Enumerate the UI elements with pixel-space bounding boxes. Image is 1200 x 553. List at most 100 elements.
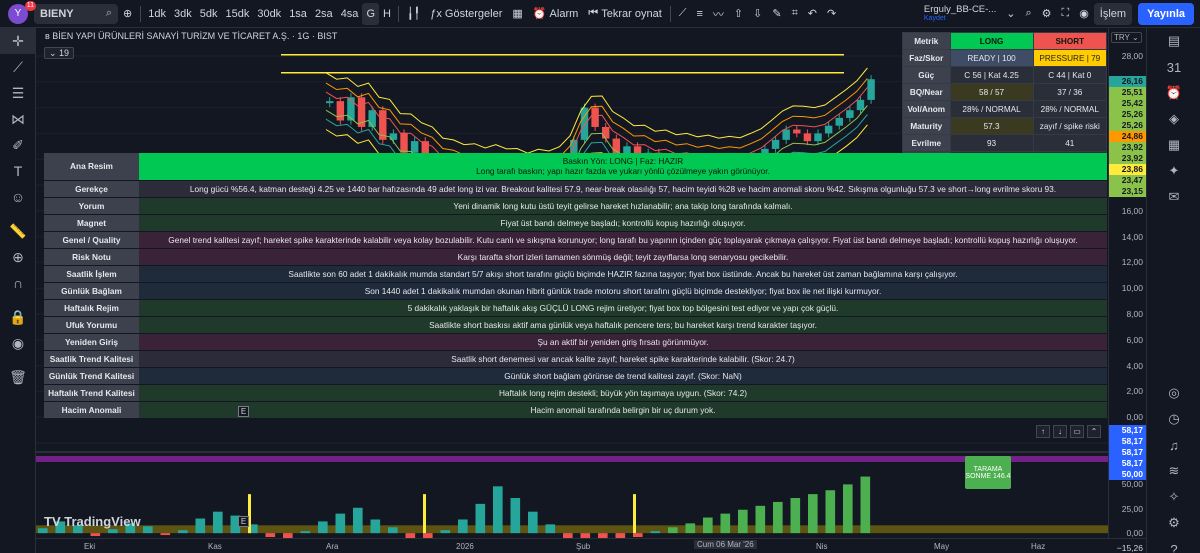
layout-name: Erguly_BB-CE-...: [923, 3, 997, 15]
trade-button[interactable]: İşlem: [1093, 2, 1133, 25]
calendar-button[interactable]: 31: [1147, 54, 1200, 80]
settings-button[interactable]: ⚙: [1037, 3, 1057, 25]
replay-button[interactable]: ⏮ Tekrar oynat: [583, 3, 667, 25]
price-axis[interactable]: TRY ⌄ 28,0026,0024,0022,0020,0018,0016,0…: [1108, 28, 1146, 553]
fullscreen-button[interactable]: ⛶: [1056, 3, 1074, 25]
trash-tool[interactable]: 🗑: [0, 364, 36, 390]
timeframe-15dk[interactable]: 15dk: [221, 3, 253, 25]
price-label: 25,26: [1109, 120, 1146, 131]
timeframe-G[interactable]: G: [362, 2, 379, 25]
compare-symbol-button[interactable]: ⊕: [118, 3, 137, 25]
chart-type-button[interactable]: ╽╿: [402, 3, 425, 25]
stream-button[interactable]: ≋: [1147, 458, 1200, 484]
quick-search-button[interactable]: ⌕: [1020, 3, 1036, 25]
candle: [400, 133, 408, 153]
analysis-label: Ufuk Yorumu: [44, 316, 139, 334]
publish-button[interactable]: Yayınla: [1138, 2, 1194, 25]
bulb-icon: ✧: [1168, 489, 1180, 504]
layouts-button[interactable]: ▦: [507, 3, 527, 25]
signal-bar: [423, 494, 426, 534]
draw-path-button[interactable]: 〰: [708, 3, 729, 25]
notification-badge: 11: [24, 0, 36, 11]
candle: [782, 129, 790, 140]
magnet-tool[interactable]: ∩: [0, 270, 36, 296]
watchlist-button[interactable]: ▤: [1147, 28, 1200, 54]
tradingview-logo[interactable]: TV TradingView: [44, 514, 141, 529]
chevron-up-icon: ⌃: [1090, 427, 1098, 436]
osc-label: 50,00: [1109, 469, 1146, 480]
ruler-tool[interactable]: 📏: [0, 218, 36, 244]
help-button[interactable]: ?: [1147, 536, 1200, 553]
osc-bar: [493, 486, 503, 534]
timeframe-5dk[interactable]: 5dk: [196, 3, 222, 25]
arrow-up-button[interactable]: ⇧: [729, 3, 748, 25]
analysis-row: Yorum Yeni dinamik long kutu üstü teyit g…: [44, 197, 1107, 215]
brush-button[interactable]: ✎: [767, 3, 786, 25]
arrow-down-button[interactable]: ⇩: [748, 3, 767, 25]
draw-fib-button[interactable]: ≡: [691, 3, 707, 25]
analysis-row: Ufuk Yorumu Saatlikte short baskısı aktif…: [44, 316, 1107, 334]
timeframe-30dk[interactable]: 30dk: [253, 3, 285, 25]
osc-bar: [528, 511, 538, 534]
indicators-button[interactable]: ƒx Göstergeler: [425, 3, 507, 25]
timeframe-1sa[interactable]: 1sa: [285, 3, 311, 25]
expand-button[interactable]: E: [238, 406, 249, 417]
collapse-pane-button[interactable]: ⌃: [1087, 425, 1101, 438]
bulb-button[interactable]: ✧: [1147, 484, 1200, 510]
emoji-tool[interactable]: ☺: [0, 184, 36, 210]
snapshot-button[interactable]: ◉: [1074, 3, 1094, 25]
timeframe-2sa[interactable]: 2sa: [311, 3, 337, 25]
target-button[interactable]: ◎: [1147, 380, 1200, 406]
watchlist-icon: ▤: [1167, 33, 1181, 48]
lock-tool[interactable]: 🔒: [0, 304, 36, 330]
fib-tool[interactable]: ☰: [0, 80, 36, 106]
timeframe-H[interactable]: H: [379, 3, 395, 25]
timeframe-3dk[interactable]: 3dk: [170, 3, 196, 25]
news-button[interactable]: ▦: [1147, 132, 1200, 158]
timeframe-4sa[interactable]: 4sa: [337, 3, 363, 25]
clock-button[interactable]: ◷: [1147, 406, 1200, 432]
time-label: Haz: [1031, 542, 1046, 551]
alarm-button[interactable]: ⏰ Alarm: [528, 3, 584, 25]
analysis-label: Haftalık Trend Kalitesi: [44, 384, 139, 402]
indicator-count-toggle[interactable]: ⌄ 19: [44, 47, 75, 59]
brush-tool[interactable]: ✐: [0, 132, 36, 158]
zoom-tool[interactable]: ⊕: [0, 244, 36, 270]
analysis-label: Magnet: [44, 214, 139, 232]
undo-button[interactable]: ↶: [803, 3, 822, 25]
crosshair-tool[interactable]: ✛: [0, 28, 36, 54]
osc-bar: [213, 511, 223, 534]
pattern-tool[interactable]: ⋈: [0, 106, 36, 132]
layout-options-button[interactable]: ⌄: [1001, 3, 1020, 25]
layout-selector[interactable]: Erguly_BB-CE-... Kaydet: [919, 3, 1001, 25]
alerts-button[interactable]: ⏰: [1147, 80, 1200, 106]
bell-button[interactable]: ♫: [1147, 432, 1200, 458]
candle: [771, 139, 780, 149]
ideas-button[interactable]: ✦: [1147, 158, 1200, 184]
draw-line-button[interactable]: ⟋: [674, 3, 692, 25]
projection-button[interactable]: ⌗: [787, 3, 803, 25]
text-tool[interactable]: T: [0, 158, 36, 184]
settings-button[interactable]: ⚙: [1147, 510, 1200, 536]
symbol-search[interactable]: BIENY ⌕: [34, 3, 118, 24]
time-axis[interactable]: Eki Kas Ara 2026 Şub Cum 06 Mar '26 Nis May Haz: [36, 538, 1146, 553]
trendline-tool[interactable]: ⟋: [0, 54, 36, 80]
currency-selector[interactable]: TRY ⌄: [1111, 32, 1142, 43]
chat-button[interactable]: ✉: [1147, 184, 1200, 210]
osc-bar: [388, 527, 398, 534]
expand-button[interactable]: E: [238, 516, 249, 527]
move-up-button[interactable]: ↑: [1036, 425, 1050, 438]
timeframe-1dk[interactable]: 1dk: [144, 3, 170, 25]
maximize-pane-button[interactable]: ▭: [1070, 425, 1084, 438]
move-down-button[interactable]: ↓: [1053, 425, 1067, 438]
user-avatar[interactable]: Y 11: [8, 0, 36, 24]
layers-button[interactable]: ◈: [1147, 106, 1200, 132]
metrics-header-row: Metrik LONG SHORT: [902, 32, 1108, 50]
analysis-text: Haftalık long rejim destekli; büyük yön …: [139, 384, 1107, 402]
candle: [336, 101, 345, 121]
osc-label: 58,17: [1109, 425, 1146, 436]
analysis-text: Karşı tarafta short izleri tamamen sönmü…: [139, 248, 1107, 266]
metrics-cell-short: 37 / 36: [1032, 83, 1108, 101]
eye-tool[interactable]: ◉: [0, 330, 36, 356]
redo-button[interactable]: ↷: [822, 3, 841, 25]
